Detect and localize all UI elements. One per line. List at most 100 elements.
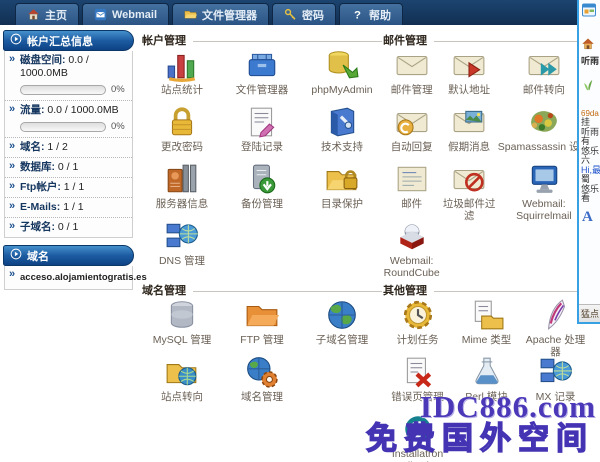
app-item-mx[interactable]: MX 记录	[521, 355, 590, 412]
app-item-site-stats[interactable]: 站点统计	[142, 48, 222, 105]
app-item-label: 站点统计	[161, 84, 203, 96]
apache-icon	[539, 298, 573, 332]
app-item-perl[interactable]: Perl 模块	[452, 355, 521, 412]
section-domain: 域名管理 MySQL 管理FTP 管理子域名管理站点转向域名管理	[142, 283, 382, 412]
sidebar-stat: »磁盘空间: 0.0 / 1000.0MB0%	[5, 51, 132, 100]
circle-arrow-icon	[10, 248, 22, 263]
app-item-login-log[interactable]: 登陆记录	[222, 105, 302, 162]
section-mail: 邮件管理 邮件管理默认地址邮件转向自动回复假期消息Spamassassin 设置…	[383, 33, 590, 276]
sidebar-stat: » 流量: 0.0 / 1000.0MB 0%	[5, 100, 132, 137]
app-item-default-address[interactable]: 默认地址	[440, 48, 497, 105]
bullet-arrow-icon: »	[9, 53, 15, 66]
nav-tab-label: Webmail	[112, 9, 157, 21]
icon-grid: MySQL 管理 FTP 管理子域名管理站点转向域名管理	[142, 298, 382, 412]
app-item-password-lock[interactable]: 更改密码	[142, 105, 222, 162]
nav-tab-label: 主页	[45, 7, 67, 23]
app-item-dns[interactable]: DNS 管理	[142, 219, 222, 276]
app-item-label: 假期消息	[448, 141, 490, 153]
section-rule	[434, 41, 590, 42]
sidebar-domain-item[interactable]: »acceso.alojamientogratis.es	[5, 266, 132, 289]
app-item-dir-protect[interactable]: 目录保护	[302, 162, 382, 219]
app-item-label: MySQL 管理	[153, 334, 212, 346]
stat-label: 流量:	[20, 104, 45, 116]
app-item-label: 备份管理	[241, 198, 283, 210]
nav-tab-webmail[interactable]: Webmail	[82, 3, 169, 25]
tech-support-icon	[325, 105, 359, 139]
progress-bar	[20, 122, 106, 132]
nav-tab-home[interactable]: 主页	[15, 3, 79, 25]
app-item-spam-filter[interactable]: 垃圾邮件过滤	[440, 162, 497, 219]
progress-bar	[20, 85, 106, 95]
stat-label: 磁盘空间:	[20, 54, 66, 66]
stat-label: E-Mails:	[20, 201, 60, 213]
popup-tab-button[interactable]: 猛点	[579, 304, 600, 322]
section-title: 帐户管理	[142, 32, 186, 48]
app-item-backup[interactable]: 备份管理	[222, 162, 302, 219]
house-icon	[581, 37, 600, 56]
app-item-label: 默认地址	[448, 84, 490, 96]
app-item-label: 子域名管理	[316, 334, 369, 346]
mini-window-icon[interactable]	[581, 2, 600, 23]
stat-value: 0.0 / 1000.0MB	[47, 104, 118, 116]
bullet-arrow-icon: »	[9, 180, 15, 193]
app-item-subdomain[interactable]: 子域名管理	[302, 298, 382, 355]
app-item-phpmyadmin[interactable]: phpMyAdmin	[302, 48, 382, 105]
dir-protect-icon	[325, 162, 359, 196]
default-address-icon	[452, 48, 486, 82]
app-item-mail[interactable]: 邮件	[383, 162, 440, 219]
stat-label: 子域名:	[20, 221, 55, 233]
app-item-domain-manage[interactable]: 域名管理	[222, 355, 302, 412]
app-item-cron[interactable]: 计划任务	[383, 298, 452, 355]
app-item-tech-support[interactable]: 技术支持	[302, 105, 382, 162]
app-item-label: 目录保护	[321, 198, 363, 210]
stat-label: Ftp帐户:	[20, 181, 61, 193]
nav-tab-label: 文件管理器	[202, 7, 257, 23]
mx-icon	[539, 355, 573, 389]
mail-manage-icon	[395, 48, 429, 82]
app-item-mysql[interactable]: MySQL 管理	[142, 298, 222, 355]
sidebar-stat: »域名: 1 / 2	[5, 137, 132, 157]
sidebar-summary-header: 帐户汇总信息	[3, 30, 134, 51]
sidebar-stat: »Ftp帐户: 1 / 1	[5, 177, 132, 197]
app-item-mime[interactable]: Mime 类型	[452, 298, 521, 355]
section-title: 其他管理	[383, 282, 427, 298]
app-item-mail-manage[interactable]: 邮件管理	[383, 48, 440, 105]
app-item-roundcube[interactable]: Webmail: RoundCube	[383, 219, 440, 276]
chat-popup-panel: 听雨 69da挂听雨有悠乐六Hi,最蜀悠乐看 A 猛点	[577, 0, 600, 324]
server-info-icon	[165, 162, 199, 196]
app-item-label: 域名管理	[241, 391, 283, 403]
nav-tab-help[interactable]: ?帮助	[339, 3, 403, 25]
section-title: 域名管理	[142, 282, 186, 298]
section-rule	[434, 291, 590, 292]
sidebar-stat: »数据库: 0 / 1	[5, 157, 132, 177]
app-item-error-pages[interactable]: 错误页管理	[383, 355, 452, 412]
app-item-label: 更改密码	[161, 141, 203, 153]
app-item-label: Installatron Applications Installer	[383, 448, 452, 462]
sidebar-stat: »E-Mails: 1 / 1	[5, 197, 132, 217]
app-item-server-info[interactable]: 服务器信息	[142, 162, 222, 219]
mail-icon	[395, 162, 429, 196]
app-item-label: 邮件管理	[391, 84, 433, 96]
app-item-installatron[interactable]: Installatron Applications Installer	[383, 412, 452, 462]
app-item-file-manager[interactable]: 文件管理器	[222, 48, 302, 105]
installatron-icon	[401, 412, 435, 446]
nav-tab-key[interactable]: 密码	[272, 3, 336, 25]
app-item-site-redirect[interactable]: 站点转向	[142, 355, 222, 412]
sidebar: 帐户汇总信息 » 磁盘空间: 0.0 / 1000.0MB 0%» 流量: 0.0 /…	[3, 30, 134, 290]
nav-folder-icon	[184, 8, 197, 21]
progress-row: 0%	[20, 120, 128, 133]
app-item-label: 邮件转向	[523, 84, 565, 96]
app-item-ftp[interactable]: FTP 管理	[222, 298, 302, 355]
app-item-label: 计划任务	[397, 334, 439, 346]
nav-tab-label: 密码	[302, 7, 324, 23]
app-item-label: 错误页管理	[391, 391, 444, 403]
app-item-vacation-message[interactable]: 假期消息	[440, 105, 497, 162]
vacation-message-icon	[452, 105, 486, 139]
chat-text-fragments: 69da挂听雨有悠乐六Hi,最蜀悠乐看	[579, 109, 600, 204]
stat-label: 数据库:	[20, 161, 55, 173]
cpanel-page: 主页 Webmail 文件管理器 密码 ?帮助 帐户汇总信息 » 磁盘空间: 0.0 / …	[0, 0, 600, 462]
nav-tab-nav-folder[interactable]: 文件管理器	[172, 3, 269, 25]
bullet-arrow-icon: »	[9, 103, 15, 116]
app-item-auto-reply[interactable]: 自动回复	[383, 105, 440, 162]
auto-reply-icon	[395, 105, 429, 139]
